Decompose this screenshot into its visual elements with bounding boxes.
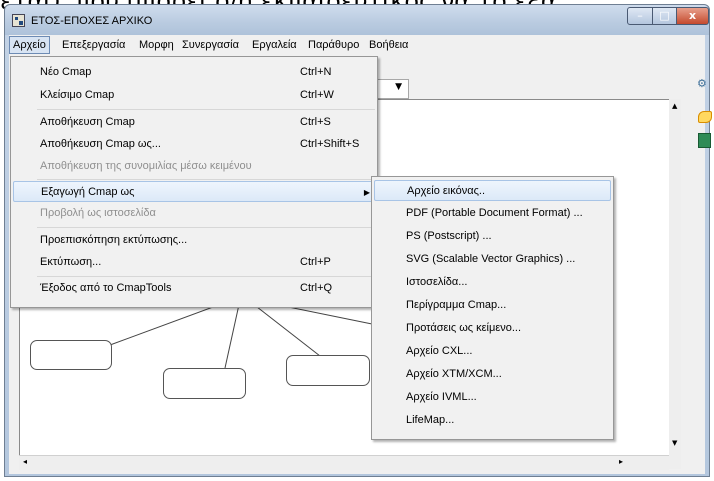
menu-item-new-cmap[interactable]: Νέο Cmap Ctrl+N (13, 62, 375, 83)
minimize-button[interactable]: – (627, 7, 653, 25)
submenu-item-ps[interactable]: PS (Postscript) ... (374, 226, 611, 247)
menu-item-shortcut: Ctrl+S (300, 116, 331, 128)
menu-item-save-cmap-as[interactable]: Αποθήκευση Cmap ως... Ctrl+Shift+S (13, 134, 375, 155)
submenu-item-label: PS (Postscript) ... (406, 230, 492, 242)
submenu-item-label: Περίγραμμα Cmap... (406, 299, 507, 311)
menu-item-label: Αποθήκευση Cmap ως... (40, 138, 161, 150)
cmap-app-icon[interactable] (12, 14, 25, 27)
submenu-item-label: Προτάσεις ως κείμενο... (406, 322, 522, 334)
submenu-item-webpage[interactable]: Ιστοσελίδα... (374, 272, 611, 293)
scroll-down-icon[interactable]: ▼ (672, 439, 677, 447)
menu-item-label: Έξοδος από το CmapTools (40, 282, 172, 294)
submenu-item-outline[interactable]: Περίγραμμα Cmap... (374, 295, 611, 316)
vertical-scrollbar[interactable]: ▲ ▼ (669, 99, 681, 469)
menu-item-label: Αποθήκευση της συνομιλίας μέσω κειμένου (40, 160, 252, 172)
menu-item-shortcut: Ctrl+Shift+S (300, 138, 360, 150)
menu-item-shortcut: Ctrl+Q (300, 282, 333, 294)
export-submenu: Αρχείο εικόνας.. PDF (Portable Document … (371, 176, 614, 440)
file-menu: Νέο Cmap Ctrl+N Κλείσιμο Cmap Ctrl+W Απο… (10, 56, 378, 308)
submenu-item-image[interactable]: Αρχείο εικόνας.. (374, 180, 611, 201)
concept-node[interactable] (163, 368, 246, 399)
menu-separator (37, 227, 375, 228)
menu-help[interactable]: Βοήθεια (366, 37, 411, 53)
submenu-item-label: LifeMap... (406, 414, 455, 426)
menu-collaboration[interactable]: Συνεργασία (179, 37, 242, 53)
submenu-item-label: Αρχείο CXL... (406, 345, 473, 357)
paint-icon[interactable] (698, 111, 712, 123)
scroll-right-icon[interactable]: ▸ (619, 457, 623, 466)
menu-item-shortcut: Ctrl+P (300, 256, 331, 268)
menu-item-label: Εξαγωγή Cmap ως (41, 186, 135, 198)
menu-item-export-cmap-as[interactable]: Εξαγωγή Cmap ως ▶ (13, 181, 375, 202)
menu-item-close-cmap[interactable]: Κλείσιμο Cmap Ctrl+W (13, 85, 375, 106)
title-bar[interactable]: ΕΤΟΣ-ΕΠΟΧΕΣ ΑΡΧΙΚΟ – □ x (5, 5, 709, 35)
submenu-item-label: PDF (Portable Document Format) ... (406, 207, 583, 219)
submenu-item-ivml[interactable]: Αρχείο IVML... (374, 387, 611, 408)
menu-item-shortcut: Ctrl+W (300, 89, 334, 101)
menu-item-label: Εκτύπωση... (40, 256, 102, 268)
menu-item-label: Προβολή ως ιστοσελίδα (40, 207, 156, 219)
chevron-down-icon: ▼ (395, 82, 402, 92)
menu-item-label: Προεπισκόπηση εκτύπωσης... (40, 234, 188, 246)
submenu-item-propositions[interactable]: Προτάσεις ως κείμενο... (374, 318, 611, 339)
menu-tools[interactable]: Εργαλεία (249, 37, 300, 53)
menu-window[interactable]: Παράθυρο (305, 37, 362, 53)
menu-item-label: Νέο Cmap (40, 66, 92, 78)
scroll-up-icon[interactable]: ▲ (672, 102, 677, 110)
menu-item-save-chat: Αποθήκευση της συνομιλίας μέσω κειμένου (13, 156, 375, 177)
menu-item-label: Αποθήκευση Cmap (40, 116, 135, 128)
menu-item-save-cmap[interactable]: Αποθήκευση Cmap Ctrl+S (13, 112, 375, 133)
submenu-arrow-icon: ▶ (363, 188, 370, 197)
menu-format[interactable]: Μορφη (136, 37, 177, 53)
scroll-left-icon[interactable]: ◂ (23, 457, 27, 466)
submenu-item-svg[interactable]: SVG (Scalable Vector Graphics) ... (374, 249, 611, 270)
submenu-item-label: Αρχείο IVML... (406, 391, 477, 403)
submenu-item-label: Ιστοσελίδα... (406, 276, 468, 288)
submenu-item-cxl[interactable]: Αρχείο CXL... (374, 341, 611, 362)
maximize-button[interactable]: □ (652, 7, 677, 25)
menu-item-print[interactable]: Εκτύπωση... Ctrl+P (13, 252, 375, 273)
submenu-item-pdf[interactable]: PDF (Portable Document Format) ... (374, 203, 611, 224)
connect-icon[interactable]: ⚙ (697, 77, 707, 90)
menu-edit[interactable]: Επεξεργασία (59, 37, 128, 53)
submenu-item-label: Αρχείο XTM/XCM... (406, 368, 502, 380)
menu-file[interactable]: Αρχείο (9, 36, 50, 54)
horizontal-scrollbar[interactable]: ◂ ▸ (19, 455, 669, 470)
menu-item-label: Κλείσιμο Cmap (40, 89, 115, 101)
submenu-item-lifemap[interactable]: LifeMap... (374, 410, 611, 431)
close-button[interactable]: x (676, 7, 709, 25)
window-title: ΕΤΟΣ-ΕΠΟΧΕΣ ΑΡΧΙΚΟ (31, 15, 153, 27)
submenu-item-label: SVG (Scalable Vector Graphics) ... (406, 253, 576, 265)
menu-bar: Αρχείο Επεξεργασία Μορφη Συνεργασία Εργα… (9, 35, 705, 55)
menu-item-view-as-web: Προβολή ως ιστοσελίδα (13, 203, 375, 224)
menu-separator (37, 276, 375, 277)
menu-item-shortcut: Ctrl+N (300, 66, 332, 78)
concept-node[interactable] (30, 340, 112, 370)
menu-item-print-preview[interactable]: Προεπισκόπηση εκτύπωσης... (13, 230, 375, 251)
menu-separator (37, 179, 375, 180)
menu-separator (37, 109, 375, 110)
book-icon[interactable] (698, 133, 711, 148)
submenu-item-label: Αρχείο εικόνας.. (407, 185, 485, 197)
menu-item-exit[interactable]: Έξοδος από το CmapTools Ctrl+Q (13, 278, 375, 299)
concept-node[interactable] (286, 355, 370, 386)
submenu-item-xtm[interactable]: Αρχείο XTM/XCM... (374, 364, 611, 385)
